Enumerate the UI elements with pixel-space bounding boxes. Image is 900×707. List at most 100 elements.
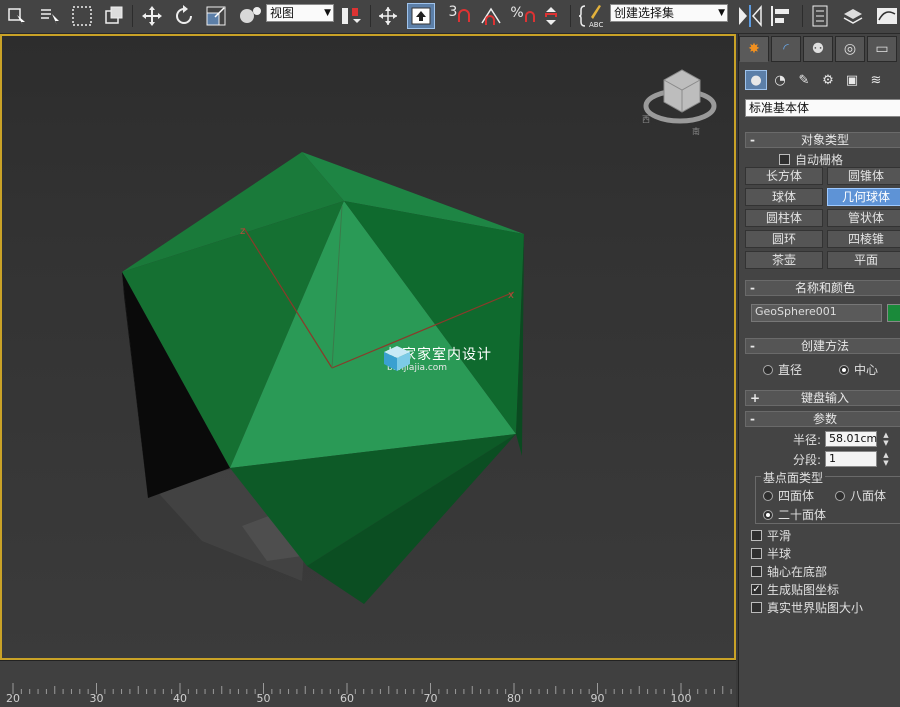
reference-coordinate-icon[interactable] xyxy=(236,3,264,29)
object-type-button[interactable]: 平面 xyxy=(827,251,900,269)
time-slider-track[interactable]: 20 30 40 50 60 70 80 90 100 xyxy=(0,660,736,707)
geosphere-object[interactable] xyxy=(122,152,524,604)
main-toolbar: 视图 ▼ 3 % ABC 创建选择集 ▼ xyxy=(0,0,900,34)
parameter-checkbox[interactable]: ✓ 生成贴图坐标 xyxy=(751,581,839,598)
lights-icon[interactable]: ✎ xyxy=(793,70,815,90)
autogrid-checkbox-box[interactable] xyxy=(779,154,790,165)
hierarchy-tab-icon[interactable]: ⚉ xyxy=(803,36,833,62)
cameras-icon[interactable]: ⚙ xyxy=(817,70,839,90)
creation-method-diameter[interactable]: 直径 xyxy=(763,361,802,378)
watermark-logo-icon xyxy=(384,346,410,371)
align-icon[interactable] xyxy=(768,3,794,29)
object-type-button[interactable]: 四棱锥 xyxy=(827,230,900,248)
snaps-toggle-icon[interactable]: 3 xyxy=(446,3,474,29)
spacewarps-icon[interactable]: ≋ xyxy=(865,70,887,90)
segments-input[interactable]: 1 xyxy=(825,451,877,467)
timeline-ruler xyxy=(12,683,732,694)
shapes-icon[interactable]: ◔ xyxy=(769,70,791,90)
object-color-swatch[interactable] xyxy=(887,304,900,322)
checkbox-box[interactable] xyxy=(751,602,762,613)
creation-method-center[interactable]: 中心 xyxy=(839,361,878,378)
base-icosa[interactable]: 二十面体 xyxy=(763,506,826,523)
toolbar-separator xyxy=(132,5,133,27)
object-type-button[interactable]: 茶壶 xyxy=(745,251,823,269)
radius-value: 58.01cm xyxy=(829,432,878,445)
angle-snap-icon[interactable] xyxy=(478,3,504,29)
named-selection-set-dropdown[interactable]: 创建选择集 ▼ xyxy=(610,4,728,22)
rectangular-selection-icon[interactable] xyxy=(70,3,94,29)
watermark: 扮家家室内设计 banjiajia.com xyxy=(382,344,492,373)
object-type-button[interactable]: 几何球体 xyxy=(827,188,900,206)
primitive-category-value: 标准基本体 xyxy=(749,101,810,115)
base-tetra[interactable]: 四面体 xyxy=(763,487,814,504)
display-tab-icon[interactable]: ▭ xyxy=(867,36,897,62)
timeline-tick-label: 90 xyxy=(590,692,605,705)
helpers-icon[interactable]: ▣ xyxy=(841,70,863,90)
layer-manager-icon[interactable] xyxy=(808,3,832,29)
keyboard-entry-rollout-header[interactable]: + 键盘输入 xyxy=(745,390,900,406)
svg-text:南: 南 xyxy=(692,126,700,136)
radius-input[interactable]: 58.01cm xyxy=(825,431,877,447)
edit-named-selection-icon[interactable]: ABC xyxy=(578,3,606,29)
svg-text:西: 西 xyxy=(642,115,650,124)
motion-tab-icon[interactable]: ◎ xyxy=(835,36,865,62)
checkbox-label: 生成贴图坐标 xyxy=(767,583,840,597)
parameter-checkbox[interactable]: 半球 xyxy=(751,545,791,562)
radius-spinner[interactable]: ▲ ▼ xyxy=(881,431,891,447)
object-type-button[interactable]: 管状体 xyxy=(827,209,900,227)
object-name-field[interactable]: GeoSphere001 xyxy=(751,304,882,322)
keyboard-shortcut-override-icon[interactable] xyxy=(407,3,435,29)
checkbox-box[interactable] xyxy=(751,548,762,559)
select-manipulate-icon[interactable] xyxy=(376,3,400,29)
object-type-button[interactable]: 圆柱体 xyxy=(745,209,823,227)
object-type-button[interactable]: 圆环 xyxy=(745,230,823,248)
center-radio[interactable] xyxy=(839,364,849,375)
octa-radio[interactable] xyxy=(835,490,845,501)
move-icon[interactable] xyxy=(140,3,164,29)
create-tab-icon[interactable]: ✸ xyxy=(739,36,769,62)
perspective-viewport[interactable]: z x 西 南 扮家家室内设计 banjiajia.com xyxy=(0,34,736,660)
object-type-button[interactable]: 长方体 xyxy=(745,167,823,185)
tetra-radio[interactable] xyxy=(763,490,773,501)
geometry-icon[interactable]: ● xyxy=(745,70,767,90)
rotate-icon[interactable] xyxy=(172,3,196,29)
object-type-rollout-header[interactable]: - 对象类型 xyxy=(745,132,900,148)
graphite-modeling-icon[interactable] xyxy=(840,3,866,29)
curve-editor-icon[interactable] xyxy=(874,3,900,29)
modify-tab-icon[interactable]: ◜ xyxy=(771,36,801,62)
parameter-checkbox[interactable]: 真实世界贴图大小 xyxy=(751,599,863,616)
parameter-checkbox[interactable]: 平滑 xyxy=(751,527,791,544)
view-dropdown[interactable]: 视图 ▼ xyxy=(266,4,334,22)
object-type-button[interactable]: 圆锥体 xyxy=(827,167,900,185)
abc-label: ABC xyxy=(589,21,603,29)
svg-text:x: x xyxy=(508,290,514,301)
parameter-checkbox[interactable]: 轴心在底部 xyxy=(751,563,827,580)
creation-method-rollout-header[interactable]: - 创建方法 xyxy=(745,338,900,354)
window-crossing-icon[interactable] xyxy=(102,3,126,29)
parameters-rollout-header[interactable]: - 参数 xyxy=(745,411,900,427)
percent-snap-icon[interactable]: % xyxy=(510,3,536,29)
svg-text:z: z xyxy=(240,226,245,237)
mirror-icon[interactable] xyxy=(736,3,764,29)
name-color-rollout-header[interactable]: - 名称和颜色 xyxy=(745,280,900,296)
select-object-icon[interactable] xyxy=(6,3,28,29)
snap-3-label: 3 xyxy=(448,4,458,20)
pivot-point-icon[interactable] xyxy=(338,3,364,29)
icosa-radio[interactable] xyxy=(763,509,773,520)
checkbox-box[interactable] xyxy=(751,566,762,577)
viewcube[interactable]: 西 南 xyxy=(642,69,717,136)
object-type-button[interactable]: 球体 xyxy=(745,188,823,206)
diameter-radio[interactable] xyxy=(763,364,773,375)
segments-spinner[interactable]: ▲ ▼ xyxy=(881,451,891,467)
object-name-value: GeoSphere001 xyxy=(755,305,837,318)
spinner-snap-icon[interactable] xyxy=(540,3,562,29)
timeline-tick-label: 80 xyxy=(507,692,521,705)
base-octa[interactable]: 八面体 xyxy=(835,487,886,504)
percent-label: % xyxy=(510,5,524,21)
checkbox-box[interactable] xyxy=(751,530,762,541)
primitive-category-dropdown[interactable]: 标准基本体 xyxy=(745,99,900,117)
checkbox-box[interactable]: ✓ xyxy=(751,584,762,595)
autogrid-checkbox[interactable]: 自动栅格 xyxy=(779,151,843,168)
scale-icon[interactable] xyxy=(204,3,228,29)
select-by-name-icon[interactable] xyxy=(38,3,62,29)
